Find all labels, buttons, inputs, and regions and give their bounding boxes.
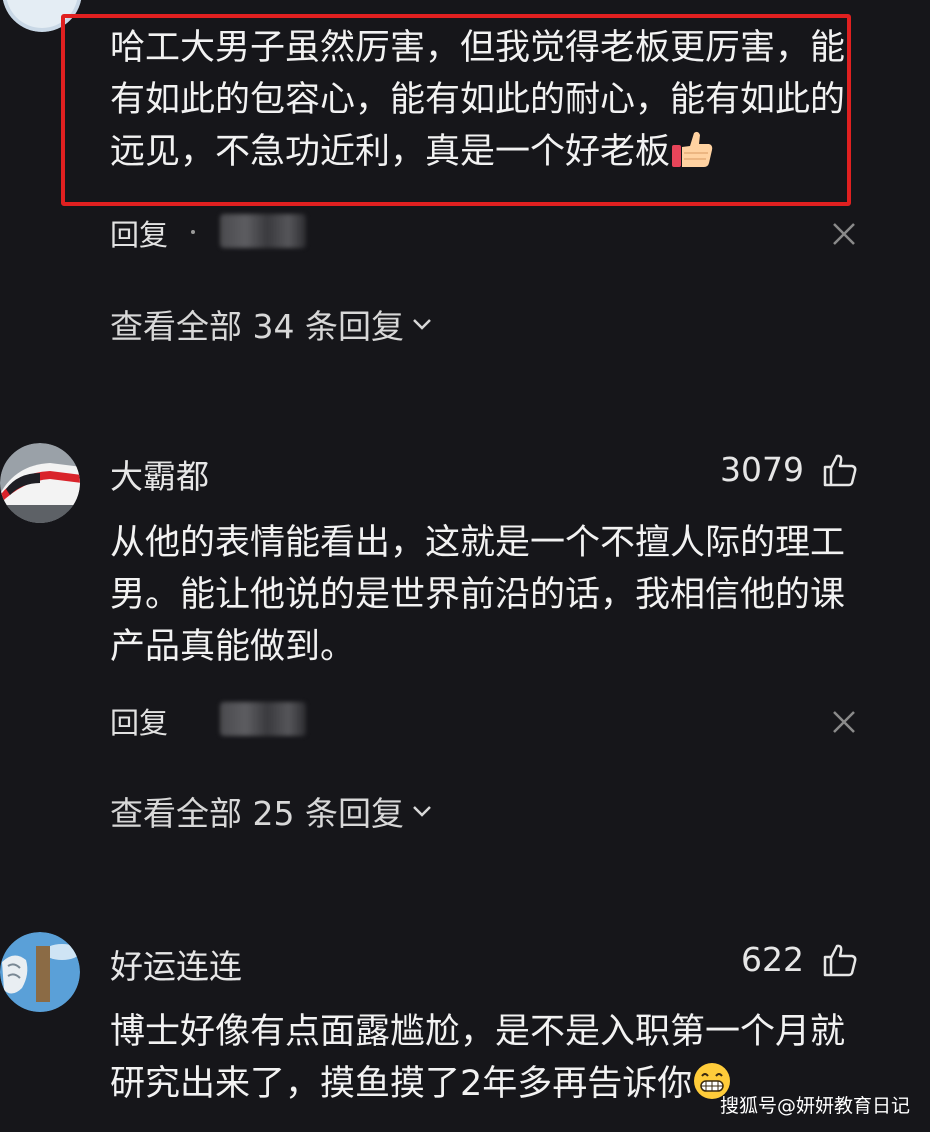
like-count: 622 (741, 940, 804, 979)
close-icon[interactable] (830, 220, 858, 248)
chevron-down-icon (413, 319, 431, 330)
separator-dot (191, 230, 195, 234)
blurred-timestamp (220, 214, 306, 248)
highlight-box (61, 14, 851, 206)
reply-button[interactable]: 回复 (110, 700, 168, 742)
close-icon[interactable] (830, 708, 858, 736)
thumbs-up-icon[interactable] (822, 452, 858, 488)
avatar[interactable] (0, 932, 80, 1012)
chevron-down-icon (413, 806, 431, 817)
avatar[interactable] (0, 443, 80, 523)
view-all-replies-button[interactable]: 查看全部 34 条回复 (110, 300, 434, 348)
reply-button[interactable]: 回复 (110, 212, 168, 254)
like-count: 3079 (720, 450, 804, 489)
view-all-replies-button[interactable]: 查看全部 25 条回复 (110, 787, 434, 835)
username[interactable]: 大霸都 (110, 450, 209, 498)
thumbs-up-icon[interactable] (822, 942, 858, 978)
username[interactable]: 好运连连 (110, 940, 242, 988)
blurred-timestamp (220, 702, 306, 736)
comment-text: 从他的表情能看出，这就是一个不擅人际的理工男。能让他说的是世界前沿的话，我相信他… (110, 523, 846, 667)
watermark: 搜狐号@妍妍教育日记 (719, 1095, 910, 1117)
